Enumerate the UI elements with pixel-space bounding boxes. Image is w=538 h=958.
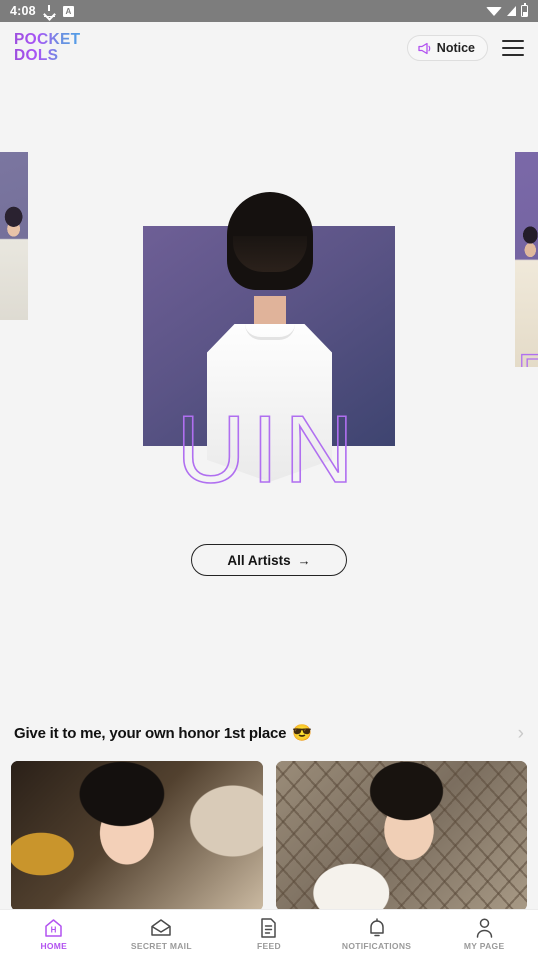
carousel-peek-left[interactable]: [0, 152, 28, 320]
notice-button[interactable]: Notice: [406, 35, 488, 61]
artist-card-2[interactable]: [275, 761, 527, 911]
app-header: POCKET DOLS Notice: [0, 22, 538, 74]
nav-item-feed[interactable]: FEED: [215, 917, 323, 951]
person-icon: [475, 917, 494, 938]
nav-item-notifications[interactable]: NOTIFICATIONS: [323, 917, 431, 951]
nav-item-my-page[interactable]: MY PAGE: [430, 917, 538, 951]
bell-icon: [367, 917, 387, 938]
sunglasses-emoji-icon: 😎: [292, 725, 312, 742]
nav-label-notifications: NOTIFICATIONS: [341, 940, 412, 951]
artist-card-1-image: [11, 761, 263, 911]
notice-label: Notice: [436, 41, 475, 55]
section-header[interactable]: Give it to me, your own honor 1st place …: [0, 712, 538, 754]
artist-card-list: [0, 761, 538, 911]
chevron-right-icon[interactable]: ›: [518, 724, 524, 743]
app-logo[interactable]: POCKET DOLS: [14, 32, 80, 64]
artist-card-1[interactable]: [11, 761, 263, 911]
status-bar-right: [486, 3, 528, 17]
document-icon: [260, 917, 277, 938]
a-box-icon: A: [62, 5, 74, 17]
arrow-right-icon: →: [297, 552, 311, 568]
home-icon: H: [43, 918, 64, 938]
nav-label-my-page: MY PAGE: [463, 940, 505, 951]
svg-text:H: H: [51, 925, 57, 934]
section-title: Give it to me, your own honor 1st place: [14, 724, 287, 742]
peek-left-figure: [0, 200, 28, 320]
nav-label-feed: FEED: [257, 940, 281, 951]
nav-label-secret-mail: SECRET MAIL: [130, 940, 192, 951]
download-icon: [43, 5, 55, 17]
battery-icon: [521, 3, 528, 17]
envelope-icon: [150, 918, 172, 938]
status-bar-left: 4:08 A: [10, 4, 74, 18]
all-artists-label: All Artists: [227, 552, 291, 568]
nav-item-secret-mail[interactable]: SECRET MAIL: [108, 918, 216, 951]
logo-line-2: DOLS: [14, 48, 80, 64]
header-actions: Notice: [406, 35, 524, 61]
carousel-artist-name: UIN: [176, 396, 360, 503]
bottom-navigation-bar: H HOME SECRET MAIL FEED NOTIFICATIONS MY…: [0, 909, 538, 958]
status-bar: 4:08 A: [0, 0, 538, 22]
section-title-row: Give it to me, your own honor 1st place …: [14, 723, 312, 743]
signal-icon: [507, 6, 516, 16]
megaphone-icon: [418, 42, 432, 55]
hamburger-menu-icon[interactable]: [502, 40, 524, 56]
peek-right-label: EN: [516, 346, 538, 367]
artist-carousel[interactable]: EN UIN All Artists → AI voice open ✨ A p…: [0, 74, 538, 674]
status-bar-clock: 4:08: [10, 4, 36, 18]
logo-line-1: POCKET: [14, 31, 81, 49]
wifi-icon: [486, 6, 502, 16]
nav-label-home: HOME: [40, 940, 68, 951]
artist-card-2-image: [275, 761, 527, 911]
nav-item-home[interactable]: H HOME: [0, 918, 108, 951]
carousel-peek-right[interactable]: EN: [515, 152, 538, 367]
all-artists-button[interactable]: All Artists →: [191, 544, 347, 576]
